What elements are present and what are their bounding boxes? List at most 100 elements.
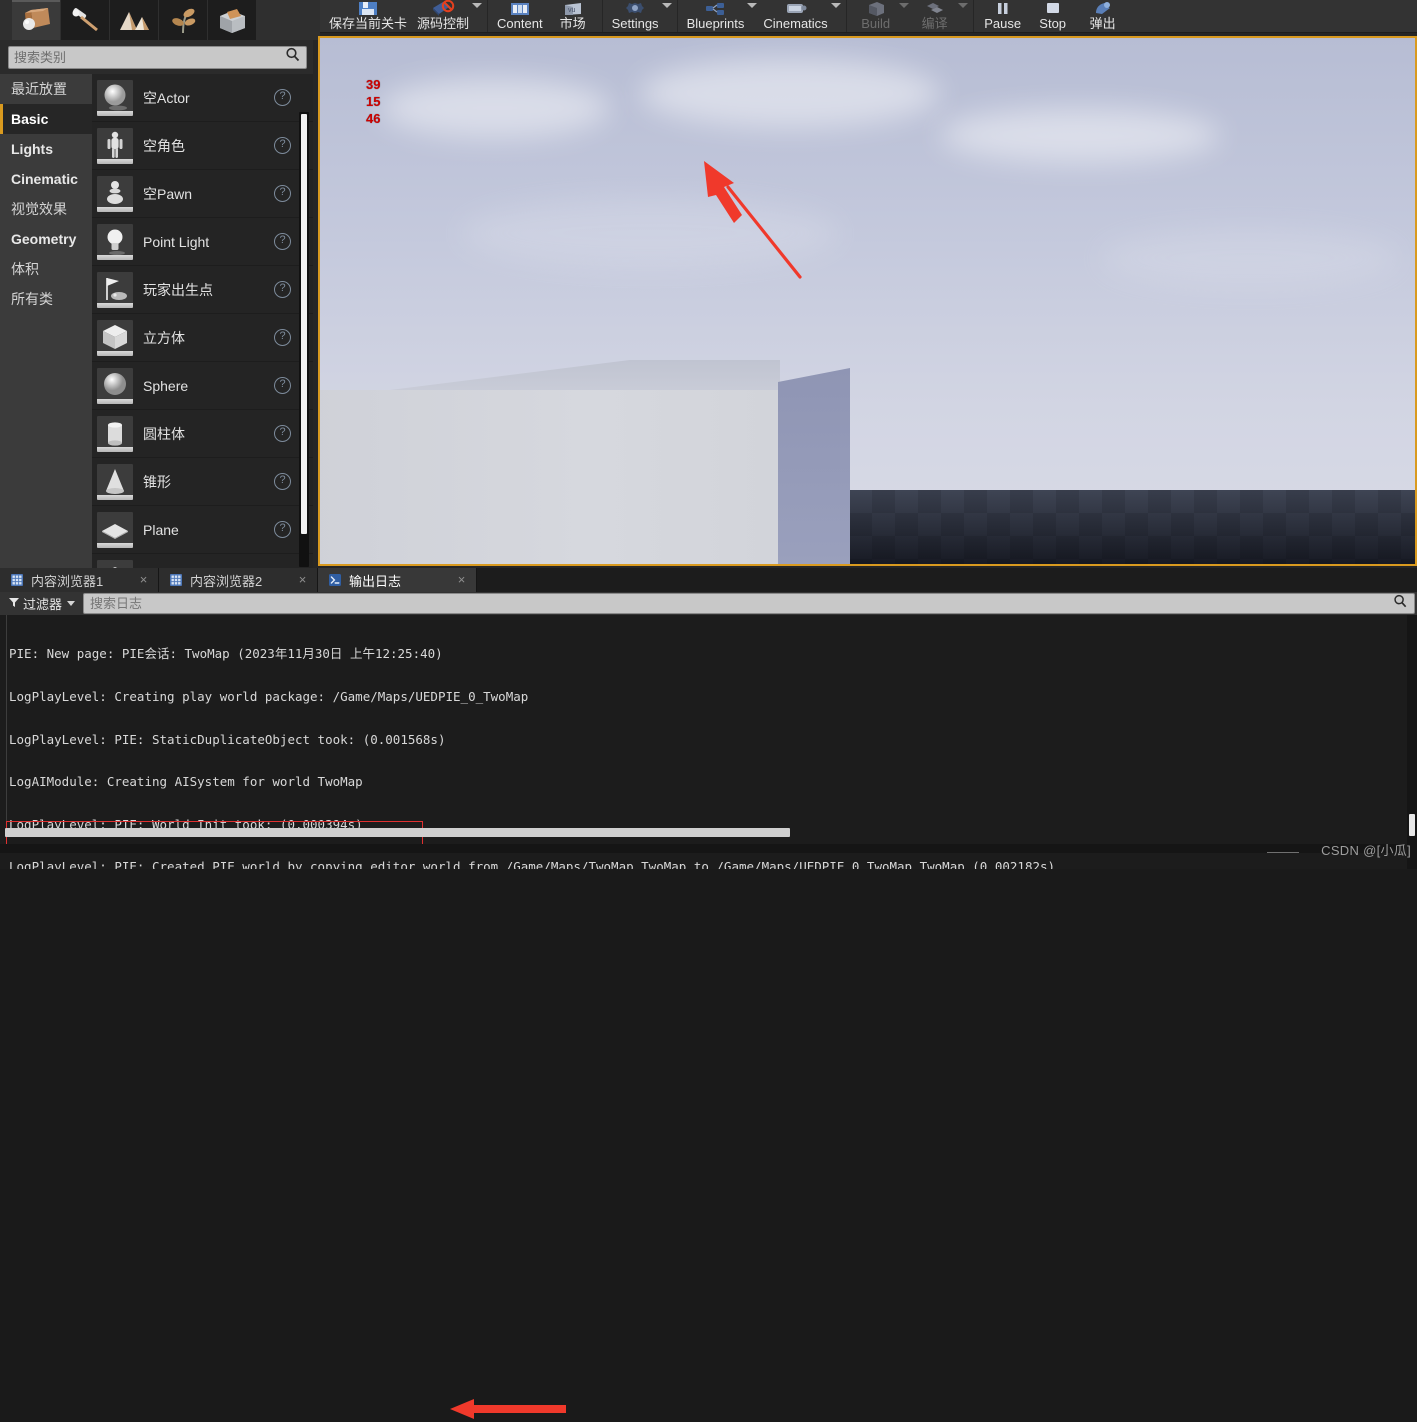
save-icon bbox=[355, 0, 381, 17]
sphere-thumb-icon bbox=[97, 367, 133, 404]
output-log-tab-icon bbox=[328, 573, 342, 587]
list-item[interactable]: 圆柱体 ? bbox=[92, 410, 313, 458]
help-icon[interactable]: ? bbox=[274, 425, 291, 442]
list-item-label: 玩家出生点 bbox=[143, 281, 213, 298]
search-input[interactable] bbox=[9, 49, 285, 66]
list-item-label: Sphere bbox=[143, 377, 189, 394]
list-item[interactable]: 空Pawn ? bbox=[92, 170, 313, 218]
help-icon[interactable]: ? bbox=[274, 329, 291, 346]
help-icon[interactable]: ? bbox=[274, 185, 291, 202]
list-item[interactable]: Sphere ? bbox=[92, 362, 313, 410]
stop-button[interactable]: Stop bbox=[1028, 0, 1078, 32]
log-horizontal-scrollbar-thumb[interactable] bbox=[5, 828, 790, 837]
marketplace-button[interactable]: vu 市场 bbox=[548, 0, 598, 32]
player-start-thumb-icon bbox=[97, 271, 133, 308]
list-item[interactable]: 锥形 ? bbox=[92, 458, 313, 506]
close-icon[interactable]: × bbox=[296, 573, 309, 587]
category-all-classes[interactable]: 所有类 bbox=[0, 284, 92, 314]
log-search-box[interactable] bbox=[83, 593, 1415, 614]
tab-label: 输出日志 bbox=[349, 573, 402, 589]
close-icon[interactable]: × bbox=[455, 573, 468, 587]
pause-icon bbox=[992, 0, 1014, 17]
mode-tab-landscape[interactable] bbox=[110, 0, 158, 40]
category-geometry[interactable]: Geometry bbox=[0, 224, 92, 254]
chevron-down-icon bbox=[67, 601, 76, 606]
cylinder-thumb-icon bbox=[97, 415, 133, 452]
box-and-sphere-icon bbox=[23, 8, 50, 30]
level-viewport[interactable]: 39 15 46 bbox=[318, 36, 1417, 566]
placement-item-list[interactable]: 空Actor ? 空角色 ? 空Pawn ? Point Light ? 玩家出… bbox=[92, 74, 313, 568]
cinematics-icon bbox=[783, 0, 809, 17]
list-item[interactable]: Plane ? bbox=[92, 506, 313, 554]
log-vertical-scrollbar-thumb[interactable] bbox=[1409, 814, 1415, 836]
help-icon[interactable]: ? bbox=[274, 137, 291, 154]
eject-button[interactable]: 弹出 bbox=[1078, 0, 1128, 32]
toolbar-group-content: Content vu 市场 bbox=[488, 0, 603, 32]
category-label: 最近放置 bbox=[11, 81, 67, 97]
settings-label: Settings bbox=[611, 16, 659, 31]
toolbar-group-settings: Settings bbox=[603, 0, 678, 32]
mode-tab-foliage[interactable] bbox=[159, 0, 207, 40]
box-trigger-thumb-icon bbox=[97, 559, 133, 568]
editor-window: 保存当前关卡 源码控制 Content vu 市场 Settings Bluep… bbox=[0, 0, 1417, 1419]
stat-line: 39 bbox=[366, 77, 381, 92]
list-item[interactable]: 空Actor ? bbox=[92, 74, 313, 122]
mode-tab-mesh-edit[interactable] bbox=[208, 0, 256, 40]
blueprints-button[interactable]: Blueprints bbox=[682, 0, 750, 32]
list-item-label: 锥形 bbox=[143, 473, 171, 490]
crate-icon bbox=[220, 9, 245, 33]
tab-output-log[interactable]: 输出日志 × bbox=[318, 568, 477, 592]
content-button[interactable]: Content bbox=[492, 0, 548, 32]
viewport-stat-overlay: 39 15 46 bbox=[366, 76, 380, 127]
list-item[interactable]: Point Light ? bbox=[92, 218, 313, 266]
category-visual-effects[interactable]: 视觉效果 bbox=[0, 194, 92, 224]
pause-button[interactable]: Pause bbox=[978, 0, 1028, 32]
log-horizontal-scrollbar-track[interactable] bbox=[0, 828, 1398, 853]
list-item[interactable]: 立方体 ? bbox=[92, 314, 313, 362]
build-button[interactable]: Build bbox=[851, 0, 901, 32]
placement-list-scrollbar[interactable] bbox=[299, 112, 309, 567]
output-log-body[interactable]: PIE: New page: PIE会话: TwoMap (2023年11月30… bbox=[0, 615, 1417, 869]
save-current-level-button[interactable]: 保存当前关卡 bbox=[324, 0, 412, 32]
character-thumb-icon bbox=[97, 127, 133, 164]
help-icon[interactable]: ? bbox=[274, 473, 291, 490]
filter-button[interactable]: 过滤器 bbox=[0, 592, 81, 615]
category-label: 所有类 bbox=[11, 291, 53, 307]
scene-box-side-face bbox=[778, 368, 850, 564]
save-current-level-label: 保存当前关卡 bbox=[329, 16, 408, 31]
list-item[interactable]: 玩家出生点 ? bbox=[92, 266, 313, 314]
marketplace-icon: vu bbox=[560, 0, 586, 17]
list-item[interactable]: 盒体触发器 ? bbox=[92, 554, 313, 568]
cinematics-button[interactable]: Cinematics bbox=[758, 0, 832, 32]
category-volumes[interactable]: 体积 bbox=[0, 254, 92, 284]
help-icon[interactable]: ? bbox=[274, 89, 291, 106]
category-lights[interactable]: Lights bbox=[0, 134, 92, 164]
category-basic[interactable]: Basic bbox=[0, 104, 92, 134]
tab-content-browser-1[interactable]: 内容浏览器1 × bbox=[0, 568, 159, 592]
placement-search-box[interactable] bbox=[8, 46, 307, 69]
list-item-label: 立方体 bbox=[143, 329, 185, 346]
log-line: PIE: New page: PIE会话: TwoMap (2023年11月30… bbox=[9, 646, 443, 662]
help-icon[interactable]: ? bbox=[274, 377, 291, 394]
close-icon[interactable]: × bbox=[137, 573, 150, 587]
category-recently-placed[interactable]: 最近放置 bbox=[0, 74, 92, 104]
settings-button[interactable]: Settings bbox=[607, 0, 664, 32]
log-search-input[interactable] bbox=[84, 595, 1393, 612]
list-item[interactable]: 空角色 ? bbox=[92, 122, 313, 170]
tab-content-browser-2[interactable]: 内容浏览器2 × bbox=[159, 568, 318, 592]
help-icon[interactable]: ? bbox=[274, 233, 291, 250]
build-icon bbox=[863, 0, 889, 17]
log-vertical-scrollbar-track[interactable] bbox=[1407, 615, 1417, 869]
help-icon[interactable]: ? bbox=[274, 281, 291, 298]
source-control-button[interactable]: 源码控制 bbox=[412, 0, 474, 32]
help-icon[interactable]: ? bbox=[274, 521, 291, 538]
bottom-dock: 内容浏览器1 × 内容浏览器2 × 输出日志 × 过滤器 搜索日志 PIE: N… bbox=[0, 568, 1417, 1419]
mode-tab-paint[interactable] bbox=[61, 0, 109, 40]
log-gutter-rule bbox=[6, 615, 7, 845]
mode-tab-place[interactable] bbox=[12, 0, 60, 40]
compile-button[interactable]: 编译 bbox=[910, 0, 960, 32]
scrollbar-thumb[interactable] bbox=[301, 114, 307, 534]
log-line: LogPlayLevel: PIE: Created PIE world by … bbox=[9, 859, 1056, 869]
category-cinematic[interactable]: Cinematic bbox=[0, 164, 92, 194]
log-line: LogPlayLevel: PIE: StaticDuplicateObject… bbox=[9, 731, 446, 747]
